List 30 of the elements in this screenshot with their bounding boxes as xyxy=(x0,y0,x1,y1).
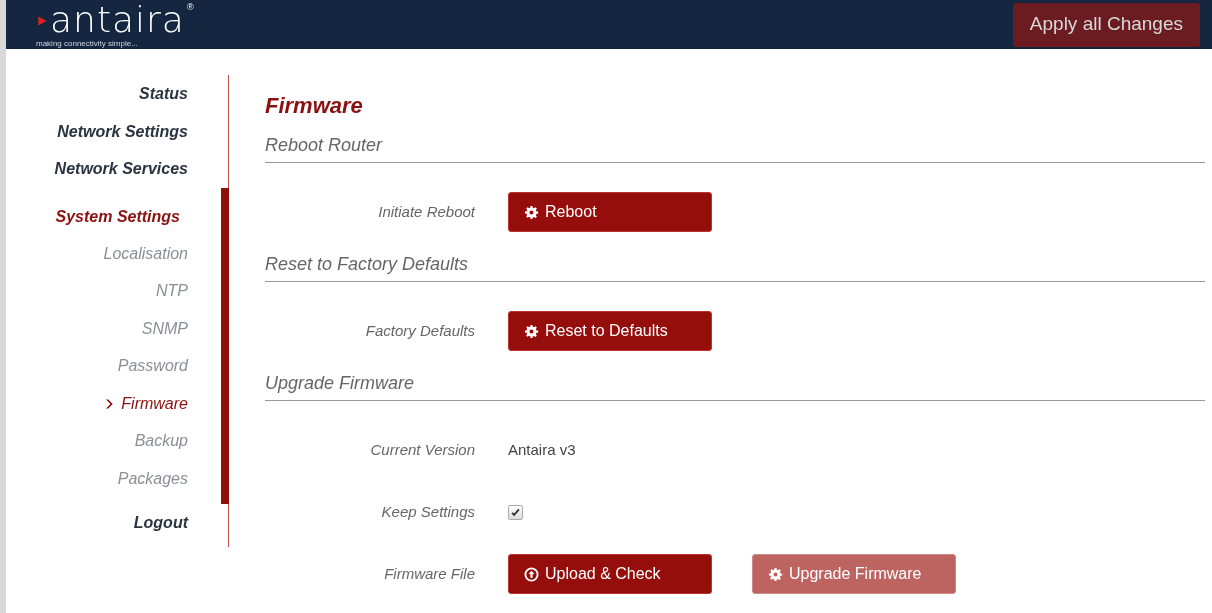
gear-icon xyxy=(768,566,783,582)
check-icon xyxy=(510,506,521,518)
section-heading: Reboot Router xyxy=(265,134,384,157)
sidebar-item[interactable]: System Settings xyxy=(6,197,221,235)
page-title: Firmware xyxy=(265,92,364,120)
tagline: making connectivity simple... xyxy=(36,38,139,49)
keep-settings-checkbox[interactable] xyxy=(508,504,523,520)
sidebar-item[interactable]: Network Settings xyxy=(6,112,228,150)
apply-button[interactable]: Apply all Changes xyxy=(1012,2,1200,47)
sidebar-item[interactable]: Logout xyxy=(6,503,228,541)
field-value: Antaira v3 xyxy=(508,439,576,460)
section-heading: Reset to Factory Defaults xyxy=(265,253,470,276)
field-label: Current Version xyxy=(369,439,475,460)
gear-icon xyxy=(524,323,539,339)
action-button[interactable]: Upload & Check xyxy=(508,554,712,594)
sidebar-subitem[interactable]: Firmware xyxy=(121,391,188,416)
field-label: Factory Defaults xyxy=(364,320,475,341)
sidebar-item[interactable]: Status xyxy=(6,75,228,113)
logo-text: antaira xyxy=(50,0,185,39)
section-heading: Upgrade Firmware xyxy=(265,372,416,395)
sidebar-item[interactable]: Network Services xyxy=(6,150,228,188)
upload-icon xyxy=(524,566,539,582)
gear-icon xyxy=(524,204,539,220)
action-button[interactable]: Reset to Defaults xyxy=(508,311,712,351)
registered-mark: ® xyxy=(186,2,194,12)
field-label: Initiate Reboot xyxy=(377,201,475,222)
play-icon xyxy=(36,14,48,27)
field-label: Keep Settings xyxy=(380,501,475,522)
field-label: Firmware File xyxy=(383,563,475,584)
action-button[interactable]: Reboot xyxy=(508,192,712,232)
